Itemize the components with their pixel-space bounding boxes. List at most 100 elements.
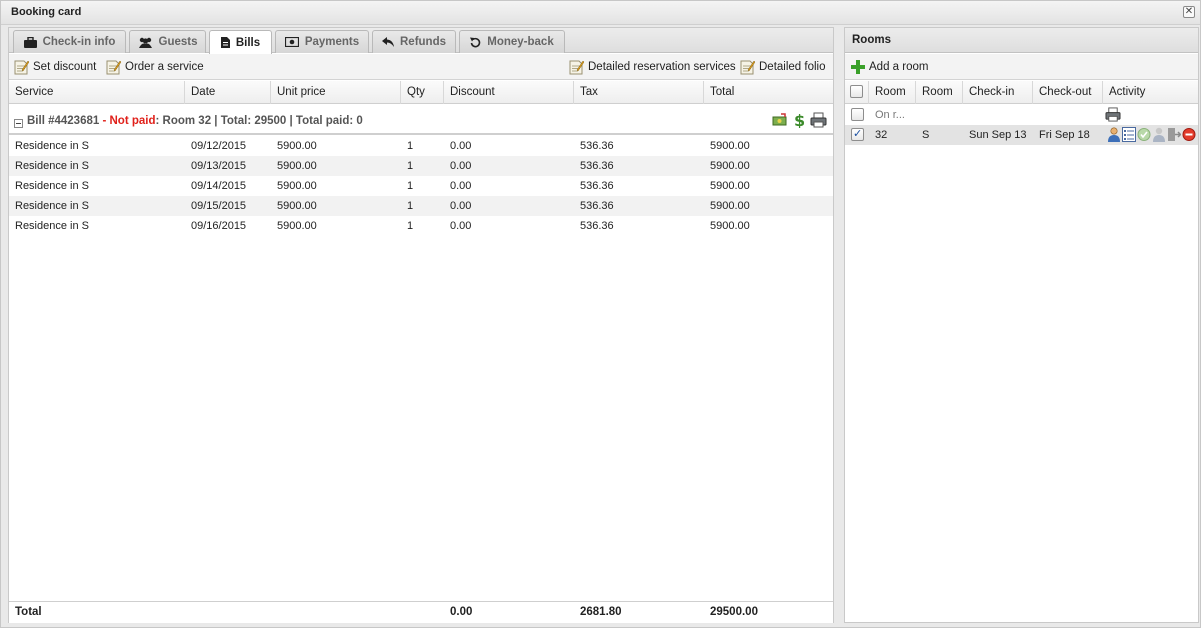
cell-qty: 1: [407, 200, 414, 212]
column-header-room-type[interactable]: Room ty: [916, 81, 963, 104]
column-header-check-in[interactable]: Check-in: [963, 81, 1033, 104]
tab-check-in-info[interactable]: Check-in info: [13, 30, 126, 53]
tab-refunds[interactable]: Refunds: [372, 30, 456, 53]
booking-card-window: Booking card ✕ Check-in info Guests Bill…: [0, 0, 1201, 628]
cell-date: 09/13/2015: [191, 160, 247, 172]
table-row[interactable]: Residence in S 09/15/2015 5900.00 1 0.00 536.…: [9, 196, 833, 216]
room-check-in: Sun Sep 13: [969, 129, 1027, 141]
footer-discount: 0.00: [450, 606, 473, 618]
column-header-activity[interactable]: Activity: [1103, 81, 1198, 104]
tab-label: Payments: [304, 36, 360, 48]
cell-date: 09/15/2015: [191, 200, 247, 212]
dollar-icon[interactable]: $: [793, 112, 805, 128]
room-row[interactable]: 32 S Sun Sep 13 Fri Sep 18: [845, 125, 1198, 145]
bills-toolbar: Set discount Order a service Detailed re…: [9, 54, 833, 80]
window-title: Booking card: [11, 6, 82, 18]
cell-qty: 1: [407, 140, 414, 152]
order-service-button[interactable]: Order a service: [106, 58, 204, 76]
cell-date: 09/14/2015: [191, 180, 247, 192]
reply-arrow-icon: [382, 37, 394, 47]
column-header-room[interactable]: Room: [869, 81, 916, 104]
tab-money-back[interactable]: Money-back: [459, 30, 565, 53]
briefcase-icon: [23, 36, 37, 48]
footer-total: 29500.00: [710, 606, 758, 618]
cell-total: 5900.00: [710, 160, 750, 172]
filter-row-checkbox[interactable]: [851, 108, 864, 121]
cell-unit-price: 5900.00: [277, 200, 317, 212]
users-icon: [138, 37, 152, 48]
add-room-button[interactable]: Add a room: [851, 58, 928, 76]
cell-date: 09/16/2015: [191, 220, 247, 232]
order-service-label: Order a service: [125, 61, 204, 73]
cell-total: 5900.00: [710, 140, 750, 152]
list-icon[interactable]: [1122, 127, 1136, 142]
tab-payments[interactable]: Payments: [275, 30, 369, 53]
plus-icon: [851, 60, 865, 74]
cell-discount: 0.00: [450, 160, 472, 172]
column-header-check-out[interactable]: Check-out: [1033, 81, 1103, 104]
column-header-service[interactable]: Service: [9, 81, 185, 104]
bill-separator: -: [99, 115, 110, 127]
cell-tax: 536.36: [580, 140, 614, 152]
bill-rows: Residence in S 09/12/2015 5900.00 1 0.00 536.…: [9, 136, 833, 236]
cancel-icon[interactable]: [1182, 127, 1196, 142]
cell-total: 5900.00: [710, 200, 750, 212]
room-row-checkbox[interactable]: [851, 127, 864, 141]
column-header-qty[interactable]: Qty: [401, 81, 444, 104]
cell-service: Residence in S: [15, 160, 89, 172]
cell-tax: 536.36: [580, 200, 614, 212]
collapse-toggle-icon[interactable]: [14, 119, 23, 128]
table-row[interactable]: Residence in S 09/12/2015 5900.00 1 0.00 536.…: [9, 136, 833, 156]
pay-cash-icon[interactable]: [772, 113, 788, 127]
activity-icons: [1107, 127, 1196, 142]
undo-icon: [470, 37, 481, 47]
print-icon[interactable]: [810, 112, 827, 128]
rooms-panel: Rooms Add a room Room Room ty Check-in C…: [844, 27, 1199, 623]
column-header-tax[interactable]: Tax: [574, 81, 704, 104]
tab-label: Guests: [158, 36, 198, 48]
guest-icon[interactable]: [1107, 127, 1121, 142]
rooms-toolbar: Add a room: [845, 54, 1198, 80]
print-icon[interactable]: [1105, 107, 1121, 122]
column-header-total[interactable]: Total: [704, 81, 833, 104]
exit-door-icon[interactable]: [1167, 127, 1181, 142]
select-all-column: [845, 81, 869, 104]
column-header-discount[interactable]: Discount: [444, 81, 574, 104]
detailed-folio-button[interactable]: Detailed folio: [740, 58, 825, 76]
bill-number: Bill #4423681: [27, 115, 100, 127]
detailed-services-button[interactable]: Detailed reservation services: [569, 58, 736, 76]
cell-unit-price: 5900.00: [277, 140, 317, 152]
cell-discount: 0.00: [450, 200, 472, 212]
tab-guests[interactable]: Guests: [129, 30, 206, 53]
cell-qty: 1: [407, 160, 414, 172]
tab-bar: Check-in info Guests Bills Payments Refu…: [9, 28, 833, 54]
room-check-out: Fri Sep 18: [1039, 129, 1090, 141]
cell-date: 09/12/2015: [191, 140, 247, 152]
bill-title: Bill #4423681 - Not paid: Room 32 | Tota…: [27, 115, 363, 127]
filter-room-text[interactable]: On r...: [869, 105, 905, 125]
set-discount-button[interactable]: Set discount: [14, 58, 96, 76]
guest-disabled-icon[interactable]: [1152, 127, 1166, 142]
close-icon[interactable]: ✕: [1183, 6, 1195, 18]
cell-service: Residence in S: [15, 180, 89, 192]
cell-total: 5900.00: [710, 180, 750, 192]
add-room-label: Add a room: [869, 61, 929, 73]
cell-qty: 1: [407, 220, 414, 232]
document-icon: [220, 37, 230, 48]
table-row[interactable]: Residence in S 09/14/2015 5900.00 1 0.00 536.…: [9, 176, 833, 196]
bill-actions: $: [772, 112, 827, 128]
check-in-icon[interactable]: [1137, 127, 1151, 142]
set-discount-label: Set discount: [33, 61, 97, 73]
edit-document-icon: [740, 60, 755, 75]
svg-text:$: $: [794, 112, 805, 128]
column-header-date[interactable]: Date: [185, 81, 271, 104]
column-header-unit-price[interactable]: Unit price: [271, 81, 401, 104]
table-row[interactable]: Residence in S 09/16/2015 5900.00 1 0.00 536.…: [9, 216, 833, 236]
cell-discount: 0.00: [450, 180, 472, 192]
tab-bills[interactable]: Bills: [209, 30, 272, 54]
tab-label: Refunds: [400, 36, 446, 48]
select-all-checkbox[interactable]: [850, 85, 863, 98]
room-number: 32: [875, 129, 888, 141]
table-row[interactable]: Residence in S 09/13/2015 5900.00 1 0.00 536.…: [9, 156, 833, 176]
cell-tax: 536.36: [580, 180, 614, 192]
